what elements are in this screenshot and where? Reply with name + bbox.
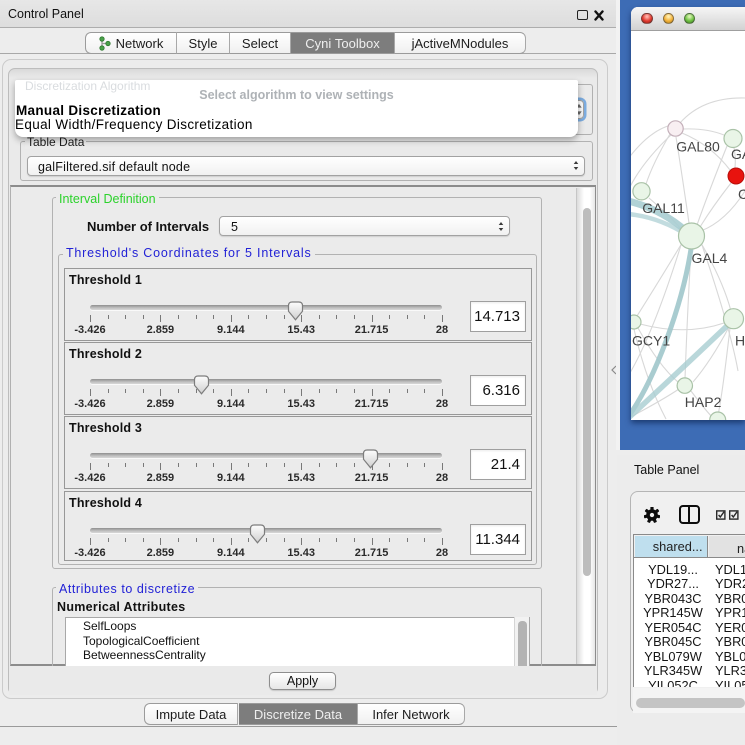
svg-text:HI: HI: [735, 333, 745, 349]
svg-text:C: C: [738, 186, 745, 202]
svg-text:HAP2: HAP2: [685, 394, 722, 410]
svg-text:GAL11: GAL11: [642, 200, 685, 216]
svg-text:GCY1: GCY1: [632, 333, 670, 349]
svg-text:GAL: GAL: [731, 146, 745, 162]
svg-text:GAL4: GAL4: [692, 250, 728, 266]
svg-text:GAL80: GAL80: [676, 139, 720, 155]
